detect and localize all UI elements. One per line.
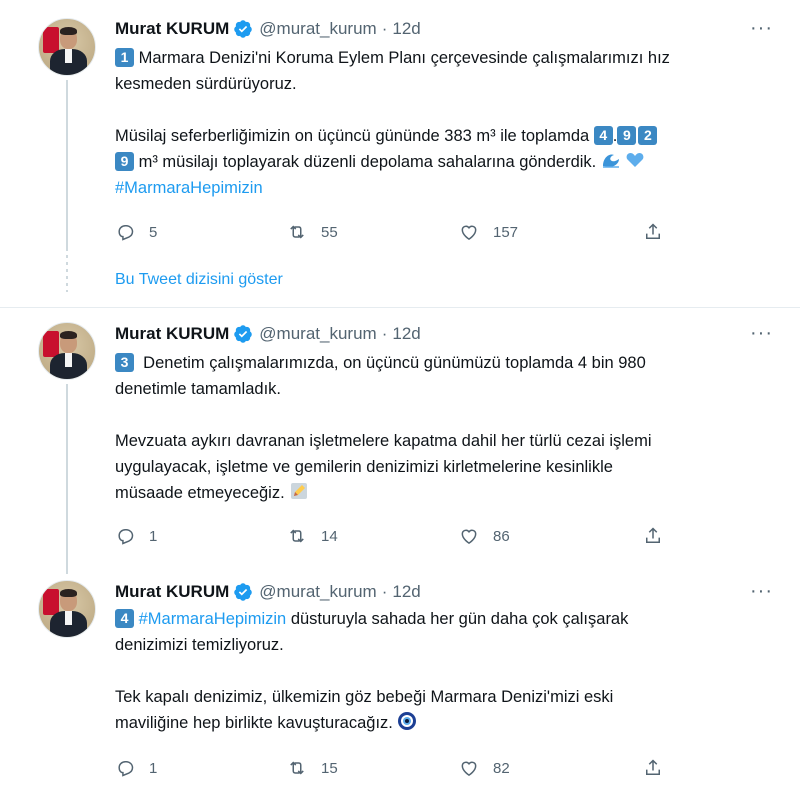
reply-icon <box>118 761 134 777</box>
keycap-badge: 3 <box>115 353 134 372</box>
tweet-text: 1 Marmara Denizi'ni Koruma Eylem Planı ç… <box>115 45 775 201</box>
tweet-time[interactable]: 12d <box>392 324 420 344</box>
author-name[interactable]: Murat KURUM <box>115 582 229 602</box>
tweet-actions: 5 55 157 <box>115 220 675 244</box>
share-button[interactable] <box>643 220 677 244</box>
like-button[interactable]: 157 <box>459 220 518 244</box>
text-line: Müsilaj seferberliğimizin on üçüncü günü… <box>115 127 590 145</box>
text-line: düsturuyla sahada her gün daha çok çalış… <box>290 610 629 628</box>
tweet-actions: 1 15 82 <box>115 756 675 780</box>
reply-count: 5 <box>149 223 158 241</box>
reply-count: 1 <box>149 527 158 545</box>
text-line: denizimizi temizliyoruz. <box>115 636 284 654</box>
avatar[interactable] <box>38 18 96 76</box>
retweet-icon <box>290 761 304 775</box>
retweet-button[interactable]: 15 <box>287 756 338 780</box>
separator: · <box>381 582 388 601</box>
retweet-icon <box>290 225 304 239</box>
keycap-badge: 1 <box>115 48 134 67</box>
author-handle[interactable]: @murat_kurum <box>259 19 376 39</box>
tweet-time[interactable]: 12d <box>392 19 420 39</box>
text-line: maviliğine hep birlikte kavuşturacağız. <box>115 714 393 732</box>
like-count: 157 <box>493 223 519 241</box>
text-line: kesmeden sürdürüyoruz. <box>115 75 297 93</box>
reply-button[interactable]: 1 <box>115 524 157 548</box>
reply-button[interactable]: 1 <box>115 756 157 780</box>
show-thread-link[interactable]: Bu Tweet dizisini göster <box>115 271 283 289</box>
text-line: müsaade etmeyeceğiz. <box>115 484 285 502</box>
text-line: Tek kapalı denizimiz, ülkemizin göz bebe… <box>115 688 614 706</box>
tweet-2[interactable]: Murat KURUM @murat_kurum · 12d ··· 3 Den… <box>0 310 800 565</box>
keycap-badge: 2 <box>638 126 658 145</box>
tweet-text: 4 #MarmaraHepimizin düsturuyla sahada he… <box>115 606 775 736</box>
tweet-3[interactable]: Murat KURUM @murat_kurum · 12d ··· 4 #Ma… <box>0 568 800 796</box>
tweet-header: Murat KURUM @murat_kurum · 12d <box>115 322 421 346</box>
text-line: m³ müsilajı toplayarak düzenli depolama … <box>138 153 597 171</box>
reply-icon <box>118 529 134 545</box>
text-line: denetimle tamamladık. <box>115 380 281 398</box>
text-line: Denetim çalışmalarımızda, on üçüncü günü… <box>143 354 646 372</box>
retweet-button[interactable]: 14 <box>287 524 338 548</box>
author-handle[interactable]: @murat_kurum <box>259 324 376 344</box>
reply-button[interactable]: 5 <box>115 220 157 244</box>
share-icon <box>646 759 660 775</box>
share-icon <box>646 527 660 543</box>
retweet-icon <box>290 529 304 543</box>
avatar[interactable] <box>38 580 96 638</box>
retweet-button[interactable]: 55 <box>287 220 338 244</box>
share-button[interactable] <box>643 756 677 780</box>
keycap-badge: 4 <box>593 126 613 145</box>
separator: · <box>381 324 388 343</box>
heart-icon <box>461 225 477 240</box>
like-button[interactable]: 82 <box>459 756 510 780</box>
keycap-badge: 4 <box>115 609 134 628</box>
avatar[interactable] <box>38 322 96 380</box>
verified-badge-icon <box>234 325 253 343</box>
share-icon <box>646 223 660 239</box>
author-name[interactable]: Murat KURUM <box>115 324 229 344</box>
hashtag-link[interactable]: #MarmaraHepimizin <box>115 179 263 197</box>
retweet-count: 15 <box>321 759 338 777</box>
nazar-amulet-emoji-icon <box>398 712 417 730</box>
divider <box>0 307 800 308</box>
separator: · <box>381 19 388 38</box>
more-options-icon[interactable]: ··· <box>750 18 772 42</box>
retweet-count: 14 <box>321 527 338 545</box>
reply-icon <box>118 225 134 241</box>
like-button[interactable]: 86 <box>459 524 510 548</box>
reply-count: 1 <box>149 759 158 777</box>
verified-badge-icon <box>234 20 253 38</box>
author-handle[interactable]: @murat_kurum <box>259 582 376 602</box>
more-options-icon[interactable]: ··· <box>750 323 772 347</box>
heart-icon <box>461 761 477 776</box>
text-line: Marmara Denizi'ni Koruma Eylem Planı çer… <box>138 49 670 67</box>
keycap-badge: 9 <box>617 126 637 145</box>
tweet-header: Murat KURUM @murat_kurum · 12d <box>115 17 421 41</box>
like-count: 82 <box>493 759 510 777</box>
tweet-1[interactable]: Murat KURUM @murat_kurum · 12d ··· 1 Mar… <box>0 0 800 260</box>
text-line: uygulayacak, işletme ve gemilerin denizi… <box>115 458 613 476</box>
hashtag-link[interactable]: #MarmaraHepimizin <box>139 610 287 628</box>
tweet-text: 3 Denetim çalışmalarımızda, on üçüncü gü… <box>115 350 775 506</box>
more-options-icon[interactable]: ··· <box>750 581 772 605</box>
author-name[interactable]: Murat KURUM <box>115 19 229 39</box>
blue-heart-emoji-icon <box>627 153 644 167</box>
heart-icon <box>461 529 477 544</box>
tweet-time[interactable]: 12d <box>392 582 420 602</box>
like-count: 86 <box>493 527 510 545</box>
retweet-count: 55 <box>321 223 338 241</box>
verified-badge-icon <box>234 583 253 601</box>
tweet-actions: 1 14 86 <box>115 524 675 548</box>
pencil-emoji-icon <box>291 483 308 499</box>
share-button[interactable] <box>643 524 677 548</box>
water-wave-emoji-icon <box>602 154 619 168</box>
tweet-header: Murat KURUM @murat_kurum · 12d <box>115 580 421 604</box>
keycap-badge: 9 <box>115 152 134 171</box>
text-line: Mevzuata aykırı davranan işletmelere kap… <box>115 432 652 450</box>
